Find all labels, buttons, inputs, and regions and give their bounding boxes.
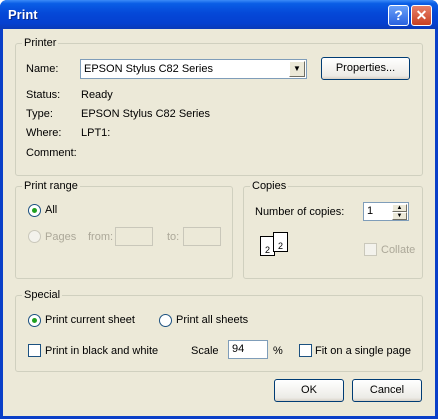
properties-button[interactable]: Properties... — [321, 57, 410, 80]
scale-input[interactable]: 94 — [228, 340, 268, 359]
cancel-button[interactable]: Cancel — [352, 379, 422, 402]
pages-label[interactable]: Pages — [45, 231, 76, 243]
copies-input[interactable]: 1 ▲ ▼ — [363, 202, 409, 221]
all-label[interactable]: All — [45, 204, 57, 216]
black-and-white-label[interactable]: Print in black and white — [45, 345, 158, 357]
close-button[interactable]: ✕ — [411, 5, 432, 26]
collate-page-number: 2 — [264, 245, 270, 255]
percent-label: % — [273, 345, 283, 357]
chevron-down-icon[interactable]: ▼ — [289, 61, 305, 77]
print-all-sheets-radio[interactable] — [159, 314, 172, 327]
collate-page-icon: 2 — [273, 232, 288, 252]
print-range-group-label: Print range — [22, 180, 80, 192]
spin-down-icon[interactable]: ▼ — [392, 212, 407, 220]
special-group-label: Special — [22, 289, 63, 301]
collate-label[interactable]: Collate — [381, 244, 415, 256]
status-value: Ready — [81, 89, 113, 101]
from-label: from: — [88, 231, 114, 243]
to-label: to: — [167, 231, 180, 243]
printer-name-label: Name: — [26, 63, 59, 75]
fit-single-page-label[interactable]: Fit on a single page — [315, 345, 411, 357]
black-and-white-checkbox[interactable] — [28, 344, 41, 357]
copies-value: 1 — [367, 205, 374, 217]
print-all-sheets-label[interactable]: Print all sheets — [176, 314, 248, 326]
number-of-copies-label: Number of copies: — [255, 206, 345, 218]
dialog-body: Printer Name: EPSON Stylus C82 Series ▼ … — [3, 29, 435, 416]
spin-up-icon[interactable]: ▲ — [392, 204, 407, 212]
print-current-sheet-label[interactable]: Print current sheet — [45, 314, 135, 326]
where-value: LPT1: — [81, 127, 111, 139]
special-group: Special — [15, 289, 423, 372]
printer-group-label: Printer — [22, 37, 59, 49]
type-label: Type: — [26, 108, 53, 120]
window-title: Print — [8, 7, 38, 22]
comment-label: Comment: — [26, 147, 77, 159]
pages-radio[interactable] — [28, 230, 41, 243]
copies-group-label: Copies — [250, 180, 289, 192]
ok-button[interactable]: OK — [274, 379, 344, 402]
scale-value: 94 — [232, 343, 245, 355]
all-radio[interactable] — [28, 204, 41, 217]
type-value: EPSON Stylus C82 Series — [81, 108, 210, 120]
scale-label: Scale — [191, 345, 219, 357]
where-label: Where: — [26, 127, 62, 139]
printer-name-select[interactable]: EPSON Stylus C82 Series ▼ — [80, 59, 307, 79]
from-input[interactable] — [115, 227, 153, 246]
collate-checkbox[interactable] — [364, 243, 377, 256]
collate-page-number: 2 — [277, 241, 283, 251]
print-current-sheet-radio[interactable] — [28, 314, 41, 327]
fit-single-page-checkbox[interactable] — [299, 344, 312, 357]
status-label: Status: — [26, 89, 61, 101]
title-bar[interactable]: Print ? ✕ — [0, 0, 438, 29]
radio-selected-dot — [32, 318, 37, 323]
copies-group: Copies — [243, 180, 423, 279]
print-dialog: Print ? ✕ Printer Name: EPSON Stylus C82… — [0, 0, 438, 419]
to-input[interactable] — [183, 227, 221, 246]
help-button[interactable]: ? — [388, 5, 409, 26]
printer-name-value: EPSON Stylus C82 Series — [84, 63, 213, 75]
radio-selected-dot — [32, 208, 37, 213]
